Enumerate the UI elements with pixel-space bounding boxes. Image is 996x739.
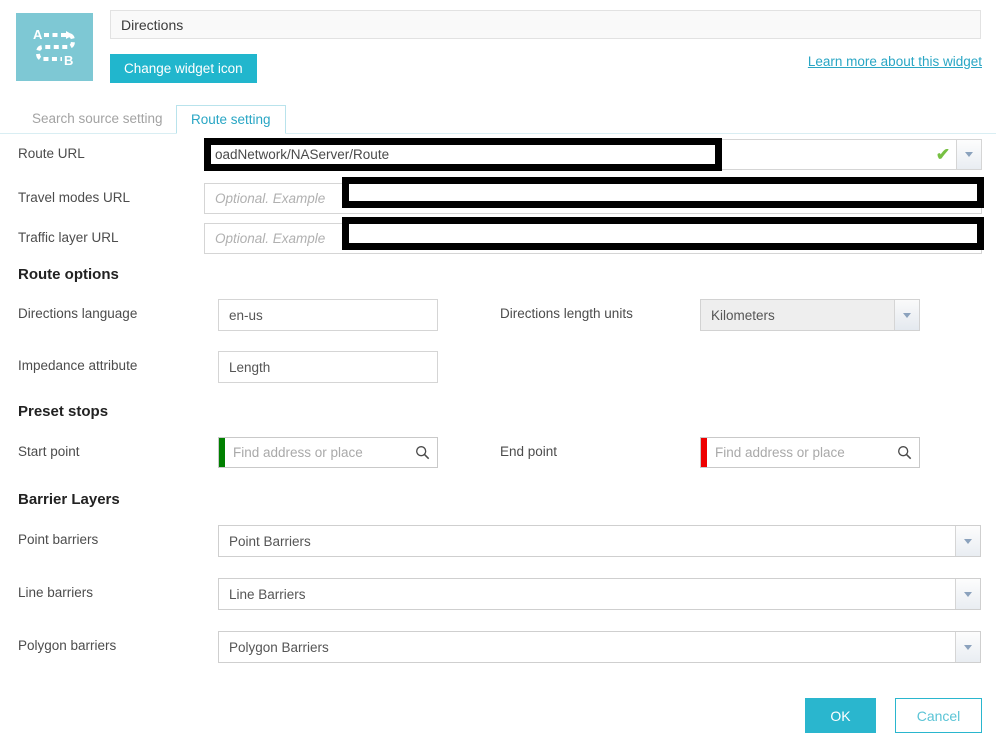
preset-stops-row: Start point End point (0, 431, 996, 475)
ok-button[interactable]: OK (805, 698, 876, 733)
chevron-down-icon (964, 538, 972, 544)
start-point-input[interactable] (225, 445, 407, 460)
directions-length-units-label: Directions length units (500, 306, 633, 321)
dialog-footer: OK Cancel (0, 698, 996, 739)
travel-modes-url-redaction-box (342, 177, 984, 208)
directions-language-input[interactable] (218, 299, 438, 331)
chevron-down-icon (965, 152, 973, 157)
directions-length-units-select[interactable]: Kilometers (700, 299, 920, 331)
route-options-heading: Route options (18, 266, 119, 283)
line-barriers-dropdown-button[interactable] (955, 579, 980, 609)
point-barriers-label: Point barriers (18, 532, 99, 547)
change-widget-icon-button[interactable]: Change widget icon (110, 54, 257, 83)
point-barriers-select[interactable]: Point Barriers (218, 525, 981, 557)
impedance-attribute-input[interactable] (218, 351, 438, 383)
end-point-input[interactable] (707, 445, 889, 460)
polygon-barriers-label: Polygon barriers (18, 638, 117, 653)
widget-config-header: A B Change widget icon Learn more about … (0, 0, 996, 100)
directions-language-row: Directions language Directions length un… (0, 293, 996, 337)
end-point-label: End point (500, 444, 558, 459)
polygon-barriers-value: Polygon Barriers (229, 639, 329, 655)
learn-more-link[interactable]: Learn more about this widget (808, 54, 982, 69)
settings-tabs: Search source setting Route setting (0, 105, 996, 134)
widget-title-input[interactable] (110, 10, 981, 39)
tab-route-setting[interactable]: Route setting (176, 105, 286, 134)
point-barriers-value: Point Barriers (229, 533, 311, 549)
directions-route-icon[interactable]: A B (16, 13, 93, 81)
green-check-icon: ✔ (935, 145, 951, 164)
end-point-search[interactable] (700, 437, 920, 468)
chevron-down-icon (964, 591, 972, 597)
traffic-layer-url-redaction-box (342, 217, 984, 250)
travel-modes-url-label: Travel modes URL (18, 190, 131, 205)
chevron-down-icon (964, 644, 972, 650)
route-url-label: Route URL (18, 146, 85, 161)
traffic-layer-url-label: Traffic layer URL (18, 230, 119, 245)
preset-stops-heading: Preset stops (18, 403, 109, 420)
line-barriers-value: Line Barriers (229, 586, 306, 602)
tab-search-source-setting[interactable]: Search source setting (18, 105, 177, 133)
svg-text:A: A (33, 27, 43, 42)
directions-length-units-dropdown-button[interactable] (894, 300, 919, 330)
point-barriers-row: Point barriers Point Barriers (0, 519, 996, 563)
point-barriers-dropdown-button[interactable] (955, 526, 980, 556)
barrier-layers-heading: Barrier Layers (18, 491, 120, 508)
cancel-button[interactable]: Cancel (895, 698, 982, 733)
line-barriers-row: Line barriers Line Barriers (0, 572, 996, 616)
line-barriers-label: Line barriers (18, 585, 94, 600)
start-point-label: Start point (18, 444, 80, 459)
polygon-barriers-dropdown-button[interactable] (955, 632, 980, 662)
impedance-attribute-row: Impedance attribute (0, 345, 996, 389)
route-url-redaction-box (204, 138, 722, 171)
directions-length-units-value: Kilometers (711, 307, 775, 323)
start-point-search[interactable] (218, 437, 438, 468)
search-icon[interactable] (407, 445, 437, 460)
route-url-dropdown-button[interactable] (956, 140, 981, 169)
directions-language-label: Directions language (18, 306, 138, 321)
impedance-attribute-label: Impedance attribute (18, 358, 138, 373)
chevron-down-icon (903, 312, 911, 318)
line-barriers-select[interactable]: Line Barriers (218, 578, 981, 610)
polygon-barriers-row: Polygon barriers Polygon Barriers (0, 625, 996, 669)
polygon-barriers-select[interactable]: Polygon Barriers (218, 631, 981, 663)
search-icon[interactable] (889, 445, 919, 460)
svg-text:B: B (64, 53, 73, 68)
